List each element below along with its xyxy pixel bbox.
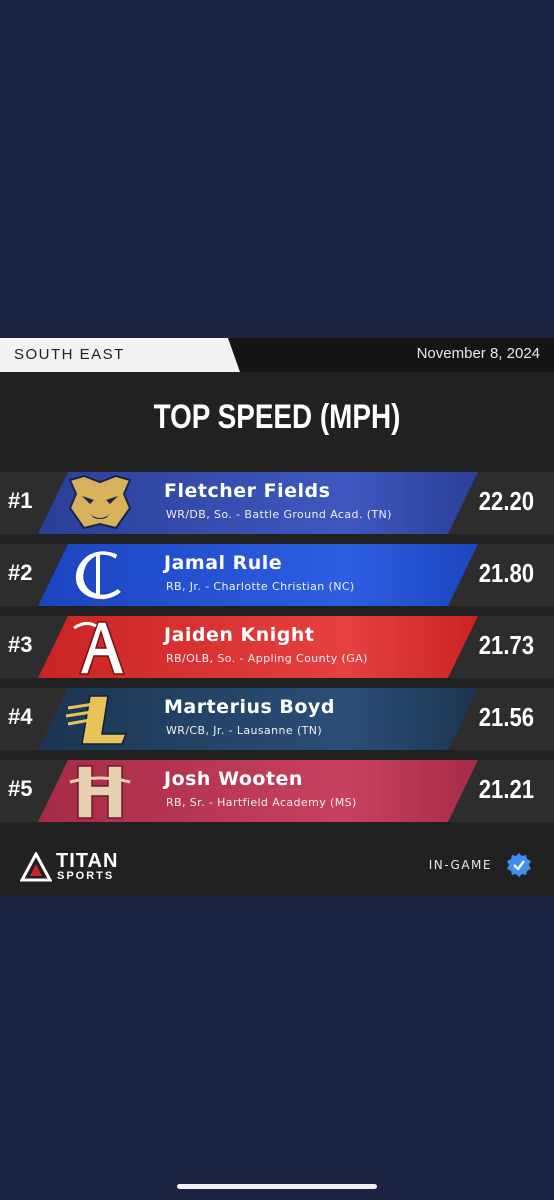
brand-bottom-text: SPORTS (57, 870, 115, 882)
home-indicator[interactable] (177, 1184, 377, 1189)
verified-badge-icon (507, 853, 531, 877)
player-row-2: #2 Jamal Rule RB, Jr. - Charlotte Christ… (0, 544, 554, 606)
date-label: November 8, 2024 (416, 345, 540, 362)
status-label: IN-GAME (428, 858, 492, 872)
titan-triangle-icon (20, 852, 52, 882)
a-letter-logo-icon (73, 621, 126, 675)
c-letter-logo-icon (74, 549, 124, 601)
page-title: TOP SPEED (MPH) (153, 398, 401, 436)
player-row-1: #1 Fletcher Fields WR/DB, So. - Battle G… (0, 472, 554, 534)
player-row-4: #4 Marterius Boyd WR/CB, Jr. - Lausanne … (0, 688, 554, 750)
speed-value: 22.20 (478, 486, 534, 516)
player-name: Marterius Boyd (164, 696, 335, 718)
speed-value: 21.56 (478, 702, 534, 732)
l-letter-logo-icon (65, 695, 128, 745)
player-name: Josh Wooten (164, 768, 303, 790)
speed-value: 21.73 (478, 630, 534, 660)
header-bar: SOUTH EAST November 8, 2024 (0, 338, 554, 372)
player-detail: RB, Sr. - Hartfield Academy (MS) (166, 796, 357, 809)
rank-label: #2 (8, 560, 33, 585)
rank-label: #5 (8, 776, 33, 801)
region-label: SOUTH EAST (14, 346, 125, 363)
speed-value: 21.80 (478, 558, 534, 588)
speed-value: 21.21 (478, 774, 534, 804)
player-name: Fletcher Fields (164, 480, 331, 502)
rank-label: #3 (8, 632, 33, 657)
player-detail: WR/CB, Jr. - Lausanne (TN) (166, 724, 323, 737)
speed-leaderboard-card: SOUTH EAST November 8, 2024 TOP SPEED (M… (0, 338, 554, 896)
player-row-5: #5 Josh Wooten RB, Sr. - Hartfield Acade… (0, 760, 554, 822)
rank-label: #1 (8, 488, 33, 513)
h-letter-logo-icon (69, 765, 131, 819)
player-detail: RB/OLB, So. - Appling County (GA) (166, 652, 368, 665)
rank-label: #4 (8, 704, 33, 729)
player-detail: RB, Jr. - Charlotte Christian (NC) (166, 580, 355, 593)
player-name: Jaiden Knight (164, 624, 315, 646)
player-row-3: #3 Jaiden Knight RB/OLB, So. - Appling C… (0, 616, 554, 678)
player-name: Jamal Rule (164, 552, 283, 574)
region-tab: SOUTH EAST (0, 338, 240, 372)
player-detail: WR/DB, So. - Battle Ground Acad. (TN) (166, 508, 392, 521)
bobcat-logo-icon (68, 474, 132, 530)
